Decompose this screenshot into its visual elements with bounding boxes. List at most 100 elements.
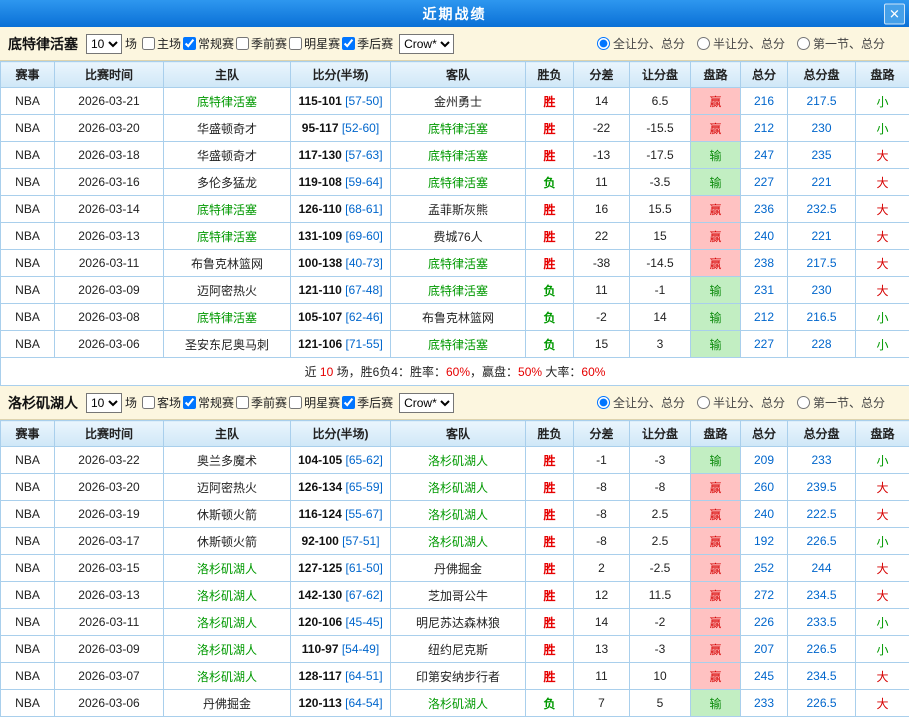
full-score: 117-130: [298, 148, 341, 162]
game-row: NBA2026-03-22奥兰多魔术104-105 [65-62]洛杉矶湖人胜-…: [1, 447, 909, 474]
away-team-cell: 纽约尼克斯: [391, 636, 526, 663]
bookmaker-select[interactable]: Crow*: [399, 34, 454, 54]
league-cell: NBA: [1, 555, 55, 582]
filter-checkbox-input-2[interactable]: [236, 396, 249, 409]
total-line-cell: 233: [788, 447, 856, 474]
filter-checkbox-2[interactable]: 季前赛: [236, 35, 287, 52]
column-header: 分差: [574, 62, 630, 88]
close-button[interactable]: ✕: [884, 3, 905, 24]
half-score: [55-67]: [342, 507, 383, 521]
filter-checkbox-2[interactable]: 季前赛: [236, 394, 287, 411]
league-cell: NBA: [1, 223, 55, 250]
result-cell: 负: [526, 331, 574, 358]
score-cell: 121-106 [71-55]: [291, 331, 391, 358]
home-team-cell: 洛杉矶湖人: [164, 663, 291, 690]
view-radio-input-0[interactable]: [597, 396, 610, 409]
date-cell: 2026-03-08: [55, 304, 164, 331]
view-radio-input-2[interactable]: [797, 396, 810, 409]
view-radio-1[interactable]: 半让分、总分: [697, 394, 785, 411]
filter-checkbox-input-3[interactable]: [289, 37, 302, 50]
total-points-cell: 226: [741, 609, 788, 636]
view-radio-input-1[interactable]: [697, 37, 710, 50]
games-tbody: NBA2026-03-21底特律活塞115-101 [57-50]金州勇士胜14…: [1, 88, 909, 386]
score-cell: 105-107 [62-46]: [291, 304, 391, 331]
home-team-cell: 底特律活塞: [164, 304, 291, 331]
point-diff-cell: -8: [574, 528, 630, 555]
view-radio-0[interactable]: 全让分、总分: [597, 394, 685, 411]
view-radio-input-1[interactable]: [697, 396, 710, 409]
filter-checkbox-input-1[interactable]: [183, 37, 196, 50]
view-radio-input-0[interactable]: [597, 37, 610, 50]
view-radio-0[interactable]: 全让分、总分: [597, 35, 685, 52]
ou-result-cell: 大: [856, 142, 909, 169]
filter-checkbox-1[interactable]: 常规赛: [183, 394, 234, 411]
team-section: 底特律活塞 10 场 主场常规赛季前赛明星赛季后赛 Crow* 全让分、总分半让…: [0, 27, 909, 386]
filter-checkbox-4[interactable]: 季后赛: [342, 394, 393, 411]
filter-checkbox-input-1[interactable]: [183, 396, 196, 409]
column-header: 客队: [391, 421, 526, 447]
point-diff-cell: -8: [574, 501, 630, 528]
filter-checkbox-0[interactable]: 主场: [142, 35, 181, 52]
game-row: NBA2026-03-14底特律活塞126-110 [68-61]孟菲斯灰熊胜1…: [1, 196, 909, 223]
filter-checkbox-label: 季后赛: [357, 394, 393, 411]
handicap-line-cell: -2.5: [630, 555, 691, 582]
home-team-cell: 底特律活塞: [164, 196, 291, 223]
handicap-result-cell: 赢: [691, 250, 741, 277]
games-count-select[interactable]: 10: [86, 393, 122, 413]
handicap-result-cell: 赢: [691, 115, 741, 142]
column-header: 客队: [391, 62, 526, 88]
score-cell: 95-117 [52-60]: [291, 115, 391, 142]
away-team-cell: 布鲁克林篮网: [391, 304, 526, 331]
filter-checkbox-label: 客场: [157, 394, 181, 411]
full-score: 126-110: [298, 202, 341, 216]
league-cell: NBA: [1, 447, 55, 474]
score-cell: 104-105 [65-62]: [291, 447, 391, 474]
full-score: 105-107: [298, 310, 342, 324]
filter-checkbox-1[interactable]: 常规赛: [183, 35, 234, 52]
column-header: 盘路: [856, 62, 909, 88]
handicap-line-cell: 2.5: [630, 528, 691, 555]
handicap-result-cell: 赢: [691, 474, 741, 501]
filter-checkbox-3[interactable]: 明星赛: [289, 35, 340, 52]
handicap-line-cell: -3: [630, 447, 691, 474]
table-header-row: 赛事比赛时间主队比分(半场)客队胜负分差让分盘盘路总分总分盘盘路: [1, 421, 909, 447]
result-cell: 胜: [526, 501, 574, 528]
date-cell: 2026-03-09: [55, 277, 164, 304]
games-count-select[interactable]: 10: [86, 34, 122, 54]
ou-result-cell: 大: [856, 501, 909, 528]
bookmaker-select[interactable]: Crow*: [399, 393, 454, 413]
total-points-cell: 252: [741, 555, 788, 582]
view-radio-2[interactable]: 第一节、总分: [797, 394, 885, 411]
filter-checkbox-input-4[interactable]: [342, 37, 355, 50]
date-cell: 2026-03-18: [55, 142, 164, 169]
view-radio-input-2[interactable]: [797, 37, 810, 50]
filter-checkbox-4[interactable]: 季后赛: [342, 35, 393, 52]
league-cell: NBA: [1, 501, 55, 528]
point-diff-cell: -8: [574, 474, 630, 501]
total-line-cell: 226.5: [788, 528, 856, 555]
filter-checkbox-input-4[interactable]: [342, 396, 355, 409]
filter-checkbox-input-0[interactable]: [142, 396, 155, 409]
column-header: 主队: [164, 62, 291, 88]
view-radio-2[interactable]: 第一节、总分: [797, 35, 885, 52]
filter-checkbox-group: 客场常规赛季前赛明星赛季后赛: [142, 394, 395, 411]
result-cell: 胜: [526, 663, 574, 690]
filter-checkbox-label: 常规赛: [198, 394, 234, 411]
filter-checkbox-3[interactable]: 明星赛: [289, 394, 340, 411]
point-diff-cell: 11: [574, 663, 630, 690]
full-score: 116-124: [298, 507, 341, 521]
handicap-result-cell: 赢: [691, 582, 741, 609]
filter-checkbox-0[interactable]: 客场: [142, 394, 181, 411]
result-cell: 胜: [526, 474, 574, 501]
point-diff-cell: -13: [574, 142, 630, 169]
filter-checkbox-input-3[interactable]: [289, 396, 302, 409]
result-cell: 胜: [526, 582, 574, 609]
handicap-result-cell: 赢: [691, 609, 741, 636]
handicap-line-cell: 5: [630, 690, 691, 717]
view-radio-1[interactable]: 半让分、总分: [697, 35, 785, 52]
ou-result-cell: 大: [856, 690, 909, 717]
handicap-line-cell: -17.5: [630, 142, 691, 169]
filter-checkbox-input-0[interactable]: [142, 37, 155, 50]
filter-checkbox-input-2[interactable]: [236, 37, 249, 50]
ou-result-cell: 大: [856, 663, 909, 690]
